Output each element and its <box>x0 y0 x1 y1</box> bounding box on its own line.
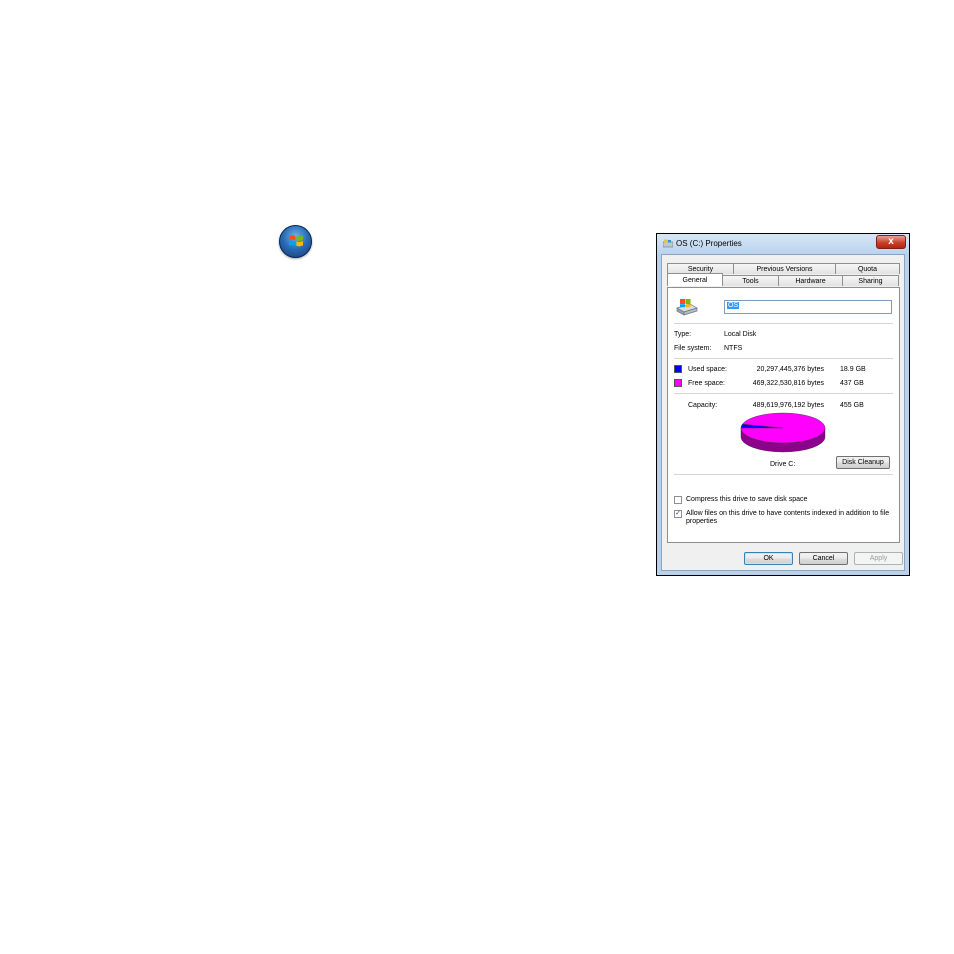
file-system-label: File system: <box>674 345 712 352</box>
ok-label: OK <box>763 555 774 562</box>
dialog-client: Security Previous Versions Quota General… <box>661 254 905 571</box>
title-bar[interactable]: OS (C:) Properties x <box>657 234 909 254</box>
pie-svg <box>740 412 826 453</box>
disk-cleanup-label: Disk Cleanup <box>842 459 884 466</box>
cancel-button[interactable]: Cancel <box>799 552 848 565</box>
apply-label: Apply <box>869 555 888 562</box>
free-space-size: 437 GB <box>840 380 864 387</box>
used-space-swatch <box>674 365 682 373</box>
checkmark-icon: ✓ <box>675 510 681 517</box>
apply-button[interactable]: Apply <box>854 552 903 565</box>
tab-general[interactable]: General <box>667 273 723 286</box>
index-checkbox[interactable]: ✓ <box>674 510 682 518</box>
used-space-label: Used space: <box>688 366 727 373</box>
drive-name-input[interactable]: OS <box>724 300 892 314</box>
divider <box>674 358 893 359</box>
disk-cleanup-button[interactable]: Disk Cleanup <box>836 456 890 469</box>
drive-icon <box>663 239 673 248</box>
compress-checkbox[interactable] <box>674 496 682 504</box>
cancel-label: Cancel <box>812 555 835 562</box>
close-icon: x <box>888 236 894 247</box>
tab-tools[interactable]: Tools <box>722 275 779 286</box>
divider <box>674 474 893 475</box>
tab-sharing[interactable]: Sharing <box>842 275 899 286</box>
free-space-swatch <box>674 379 682 387</box>
tab-quota[interactable]: Quota <box>835 263 900 274</box>
tab-previous-versions[interactable]: Previous Versions <box>733 263 836 274</box>
type-value: Local Disk <box>724 331 757 338</box>
type-label: Type: <box>674 331 692 338</box>
free-space-bytes: 469,322,530,816 bytes <box>752 380 824 387</box>
pie-slice-free-space <box>740 412 826 444</box>
windows-start-icon[interactable] <box>279 225 312 258</box>
drive-caption: Drive C: <box>770 461 796 468</box>
index-label: Allow files on this drive to have conten… <box>686 510 890 525</box>
general-tab-panel: OS Type: Local Disk File system: NTFS Us… <box>667 287 900 543</box>
drive-name-value: OS <box>727 302 740 309</box>
capacity-label: Capacity: <box>688 402 718 409</box>
divider <box>674 393 893 394</box>
ok-button[interactable]: OK <box>744 552 793 565</box>
divider <box>674 323 893 324</box>
window-title: OS (C:) Properties <box>676 239 742 248</box>
file-system-value: NTFS <box>724 345 743 352</box>
compress-label: Compress this drive to save disk space <box>686 496 808 503</box>
used-space-bytes: 20,297,445,376 bytes <box>756 366 824 373</box>
capacity-bytes: 489,619,976,192 bytes <box>752 402 824 409</box>
free-space-label: Free space: <box>688 380 725 387</box>
windows-flag-icon <box>289 235 303 247</box>
close-button[interactable]: x <box>876 235 906 249</box>
tab-row-front: General Tools Hardware Sharing <box>667 273 899 287</box>
disk-usage-pie-chart <box>738 410 828 456</box>
used-space-size: 18.9 GB <box>840 366 866 373</box>
drive-properties-dialog: OS (C:) Properties x Security Previous V… <box>656 233 910 576</box>
capacity-size: 455 GB <box>840 402 864 409</box>
tab-hardware[interactable]: Hardware <box>778 275 843 286</box>
hard-drive-icon <box>676 299 698 316</box>
